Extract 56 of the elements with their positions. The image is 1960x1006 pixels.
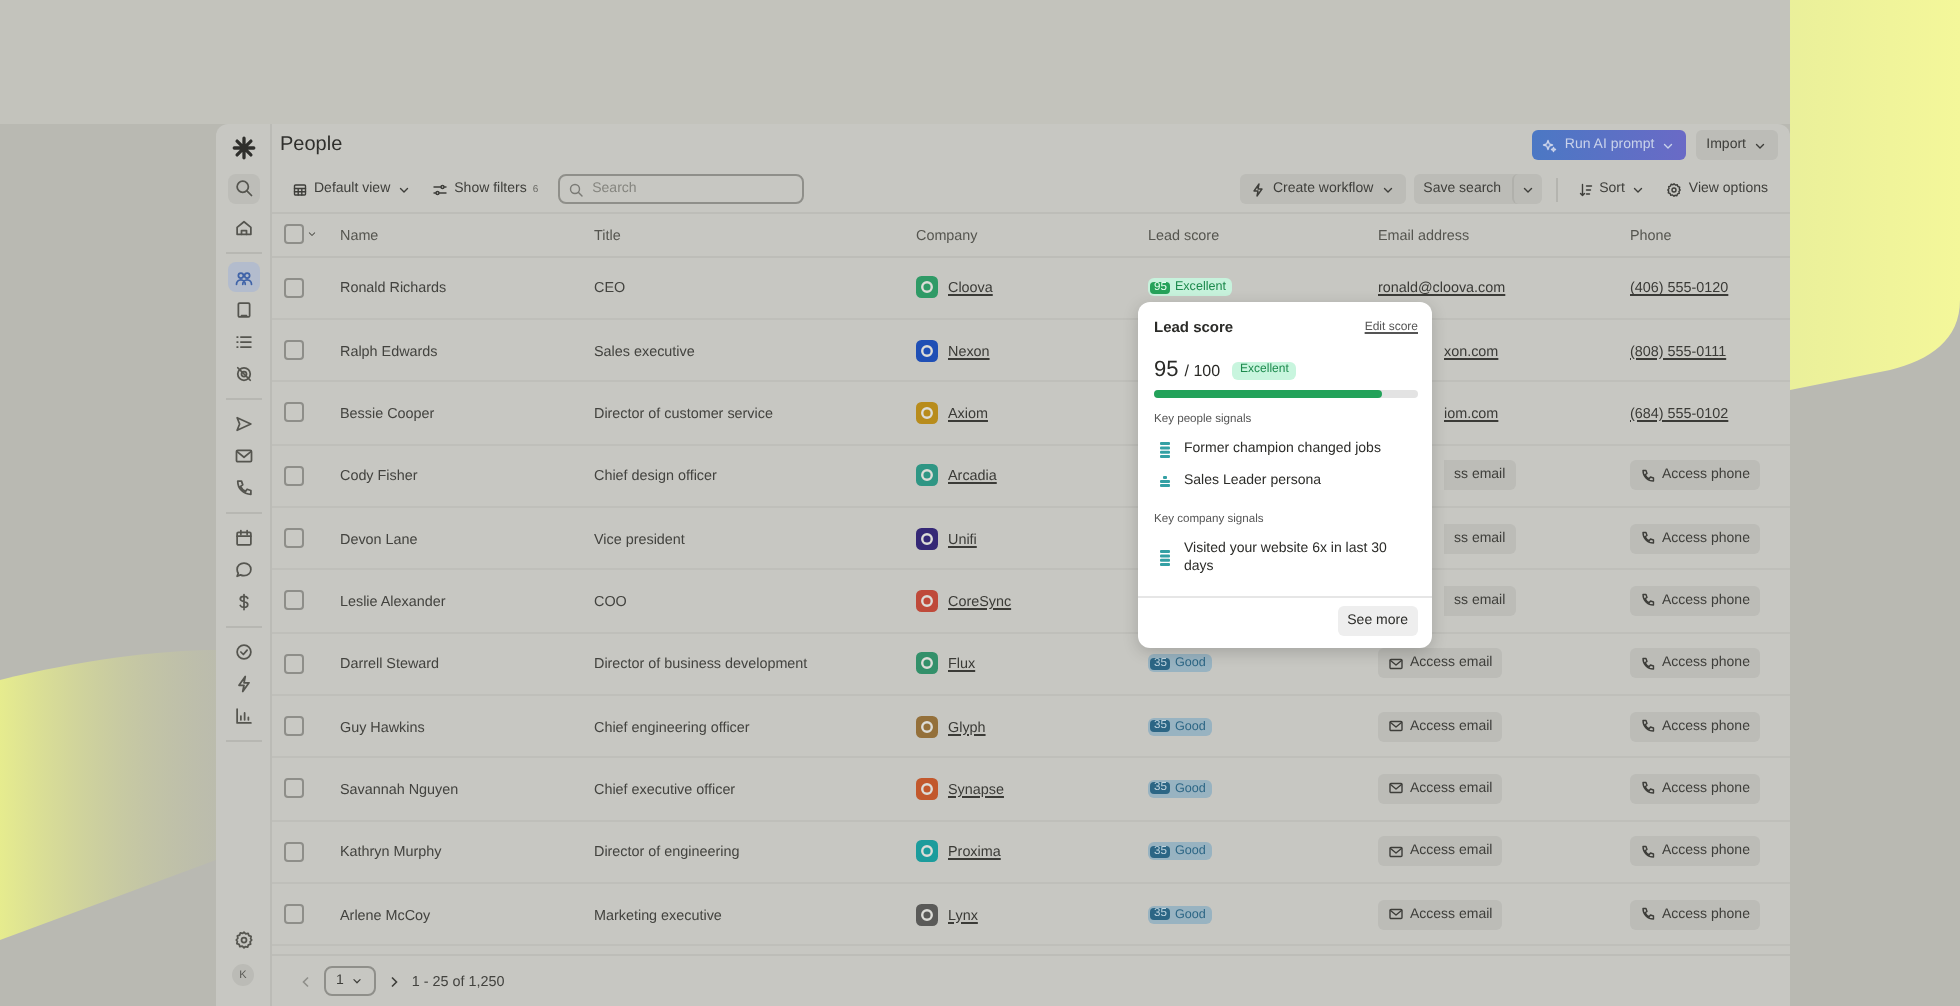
page-title: People (280, 134, 345, 157)
row-checkbox[interactable] (284, 841, 304, 862)
search-icon (568, 181, 585, 198)
mail-icon (1388, 906, 1404, 923)
logo-icon (231, 136, 255, 160)
select-all-checkbox[interactable] (284, 224, 304, 245)
row-checkbox[interactable] (284, 653, 304, 674)
eye-off-icon (233, 363, 253, 383)
table-icon (292, 181, 308, 198)
phone-icon (1640, 467, 1656, 484)
row-checkbox[interactable] (284, 277, 304, 298)
score-total: / 100 (1184, 361, 1221, 379)
list-icon (233, 331, 253, 351)
row-checkbox[interactable] (284, 904, 304, 925)
mail-icon (1388, 843, 1404, 860)
phone-icon (1640, 592, 1656, 609)
dollar-icon (233, 591, 253, 611)
settings-icon (233, 930, 253, 950)
row-checkbox[interactable] (284, 778, 304, 799)
caret-icon (349, 974, 364, 989)
calendar-icon (233, 527, 253, 547)
send-icon (233, 413, 253, 433)
row-checkbox[interactable] (284, 716, 304, 737)
row-checkbox[interactable] (284, 528, 304, 549)
people-icon (233, 267, 253, 287)
phone-icon (1640, 843, 1656, 860)
sidebar-item[interactable] (227, 173, 259, 203)
bolt-icon (233, 673, 253, 693)
phone-icon (1640, 906, 1656, 923)
sort-icon (1577, 181, 1594, 198)
row-checkbox[interactable] (284, 402, 304, 423)
chat-icon (233, 559, 253, 579)
row-checkbox[interactable] (284, 465, 304, 486)
caret-icon (306, 228, 318, 241)
building-icon (233, 299, 253, 319)
phone-icon (1640, 530, 1656, 547)
sparkle-icon (1542, 137, 1559, 154)
chart-icon (233, 705, 253, 725)
check-circle-icon (233, 641, 253, 661)
settings-icon (1666, 181, 1683, 198)
search-icon (233, 178, 253, 198)
sidebar-item[interactable] (227, 262, 259, 292)
row-checkbox[interactable] (284, 340, 304, 361)
row-checkbox[interactable] (284, 590, 304, 611)
bolt-icon (1250, 181, 1267, 198)
sliders-icon (432, 181, 449, 198)
mail-icon (233, 445, 253, 465)
mail-icon (1388, 718, 1404, 735)
phone-icon (1640, 780, 1656, 797)
home-icon (233, 217, 253, 237)
score-value: 95 (1154, 358, 1179, 382)
mail-icon (1388, 655, 1404, 672)
phone-icon (1640, 655, 1656, 672)
phone-icon (1640, 718, 1656, 735)
phone-icon (233, 477, 253, 497)
mail-icon (1388, 780, 1404, 797)
